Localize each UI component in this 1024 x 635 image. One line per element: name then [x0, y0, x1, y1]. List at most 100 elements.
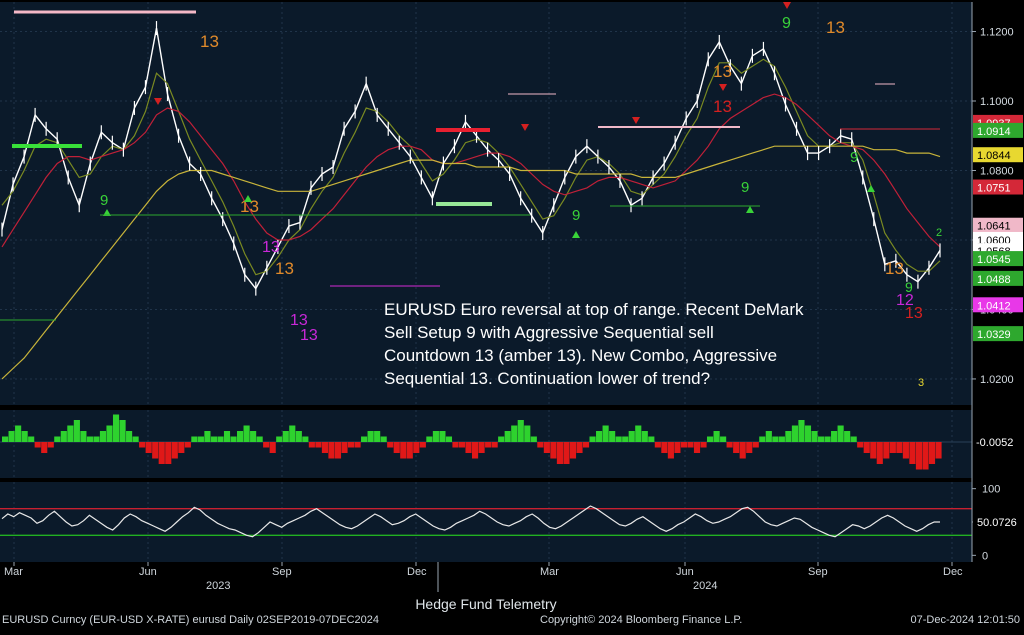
- demark-count-label: 2: [936, 227, 942, 239]
- demark-count-label: 13: [262, 239, 280, 256]
- histogram-bar: [28, 436, 35, 442]
- histogram-bar: [485, 442, 492, 448]
- histogram-bar: [67, 425, 74, 442]
- histogram-bar: [739, 442, 746, 459]
- x-year-label: 2023: [206, 580, 231, 592]
- histogram-bar: [93, 436, 100, 442]
- histogram-bar: [765, 431, 772, 442]
- histogram-bar: [282, 431, 289, 442]
- histogram-bar: [472, 442, 479, 459]
- histogram-bar: [589, 436, 596, 442]
- histogram-bar: [498, 436, 505, 442]
- histogram-bar: [778, 436, 785, 442]
- demark-count-label: 9: [905, 279, 913, 295]
- histogram-bar: [622, 436, 629, 442]
- annotation-line-2: Sell Setup 9 with Aggressive Sequential …: [384, 323, 714, 342]
- histogram-bar: [602, 425, 609, 442]
- y-tick-label: 1.0800: [980, 165, 1014, 177]
- histogram-bar: [99, 431, 107, 442]
- histogram-bar: [804, 425, 812, 442]
- histogram-bar: [139, 442, 146, 448]
- x-tick-label: Dec: [407, 566, 427, 578]
- histogram-bar: [746, 442, 753, 453]
- histogram-bar: [909, 442, 916, 464]
- histogram-bar: [41, 442, 48, 453]
- histogram-bar: [380, 436, 387, 442]
- histogram-bar: [609, 431, 616, 442]
- chart-annotation: EURUSD Euro reversal at top of range. Re…: [384, 298, 864, 390]
- histogram-bar: [361, 436, 368, 442]
- histogram-bar: [504, 431, 511, 442]
- price-label-text: 1.0751: [977, 183, 1011, 195]
- histogram-bar: [73, 420, 80, 442]
- histogram-bar: [563, 442, 570, 464]
- histogram-bar: [204, 431, 211, 442]
- histogram-bar: [648, 436, 655, 442]
- annotation-line-1: EURUSD Euro reversal at top of range. Re…: [384, 300, 804, 319]
- osc-value-label: 50.0726: [977, 517, 1017, 529]
- histogram-bar: [889, 442, 896, 453]
- histogram-bar: [354, 442, 361, 448]
- source-label: Hedge Fund Telemetry: [415, 596, 557, 612]
- histogram-bar: [60, 431, 67, 442]
- osc-y-tick-label: 0: [982, 550, 988, 562]
- histogram-bar: [8, 431, 15, 442]
- histogram-bar: [491, 442, 498, 448]
- copyright: Copyright© 2024 Bloomberg Finance L.P.: [540, 614, 743, 626]
- histogram-bar: [315, 442, 322, 448]
- histogram-bar: [197, 436, 204, 442]
- demark-count-label: 13: [200, 32, 219, 51]
- histogram-bar: [517, 420, 524, 442]
- price-label-text: 1.0545: [977, 254, 1011, 266]
- histogram-bar: [308, 442, 315, 448]
- x-tick-label: Jun: [139, 566, 157, 578]
- histogram-bar: [374, 431, 381, 442]
- histogram-bar: [837, 425, 844, 442]
- histogram-bar: [439, 431, 446, 442]
- histogram-bar: [785, 431, 792, 442]
- annotation-line-3: Countdown 13 (amber 13). New Combo, Aggr…: [384, 346, 778, 365]
- price-label-text: 1.0914: [977, 126, 1011, 138]
- demark-count-label: 3: [918, 377, 924, 389]
- histogram-bar: [347, 442, 355, 448]
- histogram-bar: [178, 442, 185, 453]
- histogram-bar: [465, 442, 472, 453]
- security-descriptor: EURUSD Curncy (EUR-USD X-RATE) eurusd Da…: [2, 614, 379, 626]
- histogram-bar: [152, 442, 159, 459]
- histogram-bar: [850, 436, 857, 442]
- x-tick-label: Sep: [272, 566, 292, 578]
- histogram-bar: [863, 442, 870, 453]
- histogram-bar: [687, 442, 694, 448]
- histogram-bar: [530, 436, 537, 442]
- demark-count-label: 9: [850, 149, 858, 166]
- histogram-bar: [928, 442, 936, 464]
- histogram-bar: [817, 436, 825, 442]
- histogram-bar: [106, 425, 113, 442]
- histogram-bar: [707, 436, 714, 442]
- histogram-bar: [263, 442, 270, 448]
- histogram-bar: [165, 442, 172, 464]
- histogram-bar: [86, 436, 93, 442]
- price-label-text: 1.0641: [977, 221, 1011, 233]
- histogram-bar: [47, 442, 54, 448]
- histogram-bar: [406, 442, 413, 459]
- histogram-bar: [713, 431, 720, 442]
- x-tick-label: Jun: [676, 566, 694, 578]
- histogram-bar: [693, 442, 701, 453]
- histogram-bar: [237, 431, 244, 442]
- histogram-bar: [935, 442, 942, 459]
- histogram-bar: [269, 442, 276, 453]
- histogram-bar: [243, 425, 250, 442]
- histogram-bar: [844, 431, 851, 442]
- histogram-bar: [341, 442, 348, 453]
- histogram-bar: [896, 442, 903, 453]
- histogram-bar: [733, 442, 740, 453]
- histogram-bar: [635, 425, 642, 442]
- histogram-bar: [576, 442, 583, 453]
- histogram-bar: [426, 436, 433, 442]
- histogram-bar: [184, 442, 191, 448]
- histogram-bar: [250, 431, 257, 442]
- histogram-bar: [217, 436, 224, 442]
- histogram-bar: [34, 442, 41, 448]
- histogram-bar: [915, 442, 923, 470]
